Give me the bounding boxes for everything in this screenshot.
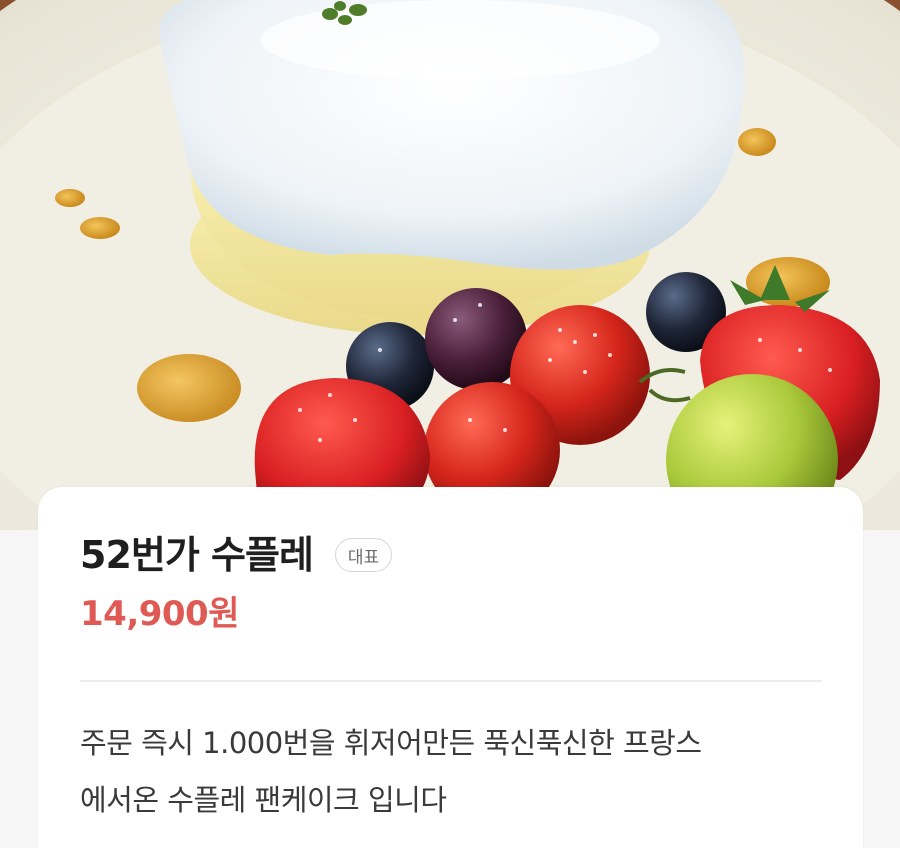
title-row: 52번가 수플레 대표: [80, 531, 393, 579]
description-line: 주문 즉시 1.000번을 휘저어만든 푹신푹신한 프랑스: [80, 726, 702, 760]
product-title: 52번가 수플레: [80, 533, 314, 577]
product-photo: [0, 0, 900, 530]
representative-badge: 대표: [334, 538, 393, 572]
menu-detail-screen: 52번가 수플레 대표 14,900원 주문 즉시 1.000번을 휘저어만든 …: [0, 0, 900, 848]
product-info-card: 52번가 수플레 대표 14,900원 주문 즉시 1.000번을 휘저어만든 …: [38, 487, 863, 848]
divider: [80, 680, 822, 682]
product-description: 주문 즉시 1.000번을 휘저어만든 푹신푹신한 프랑스 에서온 수플레 팬케…: [80, 715, 840, 829]
description-line: 에서온 수플레 팬케이크 입니다: [80, 783, 447, 817]
product-price: 14,900원: [80, 594, 239, 634]
